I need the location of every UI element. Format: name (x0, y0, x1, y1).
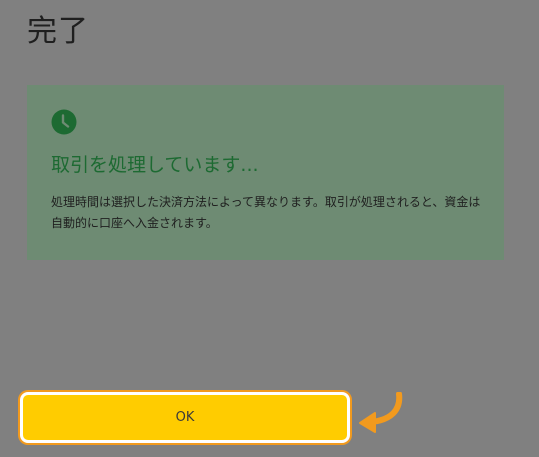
ok-button[interactable]: OK (20, 392, 350, 443)
ok-button-label: OK (175, 410, 195, 425)
status-card: 取引を処理しています... 処理時間は選択した決済方法によって異なります。取引が… (27, 85, 504, 260)
page-title: 完了 (27, 14, 89, 49)
clock-icon (51, 109, 77, 135)
status-heading: 取引を処理しています... (51, 154, 259, 176)
curved-arrow-icon (359, 392, 403, 433)
status-message: 処理時間は選択した決済方法によって異なります。取引が処理されると、資金は自動的に… (51, 195, 481, 230)
